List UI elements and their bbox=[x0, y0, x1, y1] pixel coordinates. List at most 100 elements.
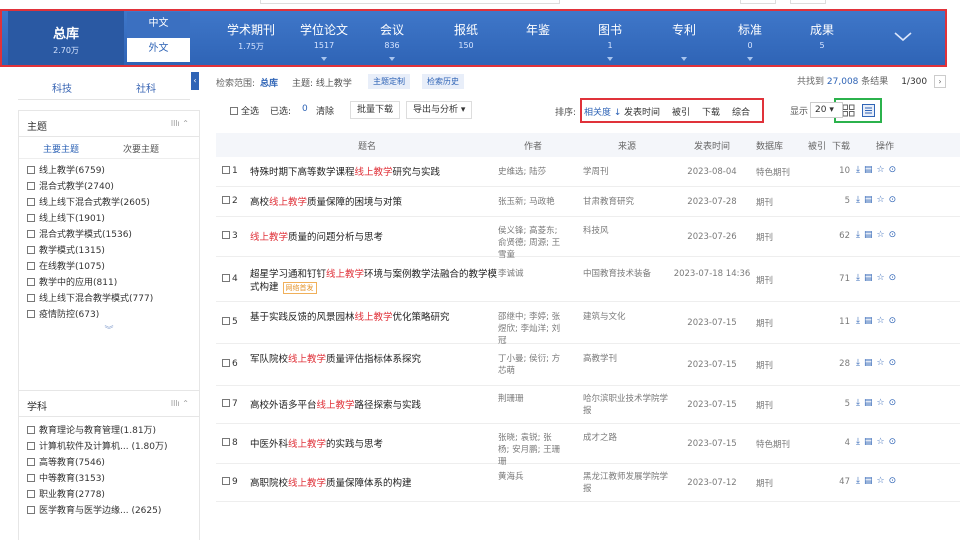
nav-item-thesis[interactable]: 学位论文 1517 bbox=[294, 11, 354, 65]
result-title-link[interactable]: 特殊时期下高等数学课程线上教学研究与实践 bbox=[250, 166, 500, 179]
checkbox[interactable] bbox=[222, 317, 230, 325]
table-row[interactable]: 2 高校线上教学质量保障的困境与对策 张玉新; 马政艳 甘肃教育研究 2023-07-2… bbox=[216, 187, 960, 217]
checkbox[interactable] bbox=[27, 294, 35, 302]
nav-item-newspaper[interactable]: 报纸 150 bbox=[448, 11, 484, 65]
lang-foreign-button[interactable]: 外文 bbox=[127, 38, 190, 62]
col-pubtime[interactable]: 发表时间 bbox=[694, 139, 730, 152]
topic-item[interactable]: 混合式教学(2740) bbox=[27, 179, 199, 195]
checkbox[interactable] bbox=[222, 477, 230, 485]
checkbox[interactable] bbox=[222, 274, 230, 282]
checkbox[interactable] bbox=[27, 490, 35, 498]
export-analysis-button[interactable]: 导出与分析 ▾ bbox=[406, 101, 473, 119]
cite-icon[interactable]: ⊙ bbox=[889, 195, 901, 205]
result-title-link[interactable]: 高校线上教学质量保障的困境与对策 bbox=[250, 196, 500, 209]
col-title[interactable]: 题名 bbox=[358, 139, 376, 152]
result-authors[interactable]: 张玉新; 马政艳 bbox=[498, 196, 562, 208]
chart-and-chevron-up-icon[interactable]: lllı ⌃ bbox=[171, 399, 189, 408]
result-title-link[interactable]: 中医外科线上教学的实践与思考 bbox=[250, 438, 500, 451]
topic-item[interactable]: 线上线下(1901) bbox=[27, 211, 199, 227]
result-title-link[interactable]: 超星学习通和钉钉线上教学环境与案例教学法融合的教学模式构建 网络首发 bbox=[250, 268, 500, 294]
nav-item-achievement[interactable]: 成果 5 bbox=[804, 11, 840, 65]
cite-icon[interactable]: ⊙ bbox=[889, 230, 901, 240]
sort-pubtime[interactable]: 发表时间 bbox=[624, 105, 660, 118]
subject-item[interactable]: 高等教育(7546) bbox=[27, 455, 199, 471]
topic-item[interactable]: 教学模式(1315) bbox=[27, 243, 199, 259]
sort-cited[interactable]: 被引 bbox=[672, 105, 690, 118]
download-icon[interactable]: ⤓ bbox=[856, 358, 864, 368]
read-icon[interactable]: ▤ bbox=[864, 230, 877, 240]
result-authors[interactable]: 李诚诚 bbox=[498, 268, 562, 280]
table-row[interactable]: 1 特殊时期下高等数学课程线上教学研究与实践 史维选; 陆莎 学周刊 2023-08-0… bbox=[216, 157, 960, 187]
checkbox[interactable] bbox=[27, 442, 35, 450]
grid-view-icon[interactable] bbox=[842, 104, 855, 117]
table-row[interactable]: 5 基于实践反馈的风景园林线上教学优化策略研究 邵继中; 李婷; 张煜欣; 李灿洋;… bbox=[216, 302, 960, 347]
tab-science[interactable]: 科技 bbox=[52, 80, 72, 95]
checkbox[interactable] bbox=[27, 198, 35, 206]
col-source[interactable]: 来源 bbox=[618, 139, 636, 152]
subtab-main-topic[interactable]: 主要主题 bbox=[43, 142, 79, 155]
favorite-star-icon[interactable]: ☆ bbox=[877, 273, 889, 283]
col-database[interactable]: 数据库 bbox=[756, 139, 783, 152]
batch-download-button[interactable]: 批量下载 bbox=[350, 101, 401, 119]
chart-and-chevron-up-icon[interactable]: lllı ⌃ bbox=[171, 119, 189, 128]
search-history-button[interactable]: 检索历史 bbox=[422, 74, 464, 89]
cite-icon[interactable]: ⊙ bbox=[889, 437, 901, 447]
result-title-link[interactable]: 高职院校线上教学质量保障体系的构建 bbox=[250, 477, 500, 490]
result-title-link[interactable]: 基于实践反馈的风景园林线上教学优化策略研究 bbox=[250, 311, 500, 324]
subtab-secondary-topic[interactable]: 次要主题 bbox=[123, 142, 159, 155]
download-icon[interactable]: ⤓ bbox=[856, 273, 864, 283]
topic-item[interactable]: 教学中的应用(811) bbox=[27, 275, 199, 291]
subject-item[interactable]: 医学教育与医学边缘... (2625) bbox=[27, 503, 199, 519]
expand-more-icon[interactable]: ︾ bbox=[19, 323, 199, 339]
checkbox[interactable] bbox=[222, 399, 230, 407]
result-authors[interactable]: 荆珊珊 bbox=[498, 393, 562, 405]
result-source[interactable]: 建筑与文化 bbox=[583, 311, 671, 323]
read-icon[interactable]: ▤ bbox=[864, 476, 877, 486]
topic-item[interactable]: 在线教学(1075) bbox=[27, 259, 199, 275]
topic-item[interactable]: 混合式教学模式(1536) bbox=[27, 227, 199, 243]
checkbox[interactable] bbox=[222, 231, 230, 239]
checkbox[interactable] bbox=[27, 458, 35, 466]
result-source[interactable]: 科技风 bbox=[583, 225, 671, 237]
download-icon[interactable]: ⤓ bbox=[856, 165, 864, 175]
read-icon[interactable]: ▤ bbox=[864, 273, 877, 283]
nav-item-patent[interactable]: 专利 bbox=[666, 11, 702, 65]
topic-item[interactable]: 线上教学(6759) bbox=[27, 163, 199, 179]
row-number[interactable]: 7 bbox=[222, 399, 238, 409]
table-row[interactable]: 9 高职院校线上教学质量保障体系的构建 黄海兵 黑龙江教师发展学院学报 2023-07-… bbox=[216, 464, 960, 502]
checkbox[interactable] bbox=[27, 214, 35, 222]
checkbox[interactable] bbox=[27, 278, 35, 286]
table-row[interactable]: 7 高校外语多平台线上教学路径探索与实践 荆珊珊 哈尔滨职业技术学院学报 2023-07… bbox=[216, 386, 960, 424]
subject-item[interactable]: 计算机软件及计算机... (1.80万) bbox=[27, 439, 199, 455]
row-number[interactable]: 2 bbox=[222, 196, 238, 206]
result-title-link[interactable]: 线上教学质量的问题分析与思考 bbox=[250, 231, 500, 244]
favorite-star-icon[interactable]: ☆ bbox=[877, 195, 889, 205]
checkbox[interactable] bbox=[27, 310, 35, 318]
favorite-star-icon[interactable]: ☆ bbox=[877, 165, 889, 175]
row-number[interactable]: 9 bbox=[222, 477, 238, 487]
favorite-star-icon[interactable]: ☆ bbox=[877, 316, 889, 326]
read-icon[interactable]: ▤ bbox=[864, 165, 877, 175]
next-page-button[interactable]: › bbox=[934, 75, 946, 88]
lang-chinese-button[interactable]: 中文 bbox=[127, 12, 190, 38]
sort-comprehensive[interactable]: 综合 bbox=[732, 105, 750, 118]
download-icon[interactable]: ⤓ bbox=[856, 437, 864, 447]
checkbox[interactable] bbox=[222, 196, 230, 204]
row-number[interactable]: 8 bbox=[222, 438, 238, 448]
result-source[interactable]: 中国教育技术装备 bbox=[583, 268, 671, 280]
favorite-star-icon[interactable]: ☆ bbox=[877, 230, 889, 240]
result-source[interactable]: 学周刊 bbox=[583, 166, 671, 178]
nav-item-conference[interactable]: 会议 836 bbox=[372, 11, 412, 65]
result-authors[interactable]: 邵继中; 李婷; 张煜欣; 李灿洋; 刘冠 bbox=[498, 311, 562, 347]
checkbox[interactable] bbox=[27, 426, 35, 434]
download-icon[interactable]: ⤓ bbox=[856, 476, 864, 486]
collapse-sidebar-button[interactable]: ‹ bbox=[191, 72, 199, 90]
favorite-star-icon[interactable]: ☆ bbox=[877, 476, 889, 486]
topic-item[interactable]: 线上线下混合式教学(2605) bbox=[27, 195, 199, 211]
checkbox[interactable] bbox=[27, 246, 35, 254]
cite-icon[interactable]: ⊙ bbox=[889, 358, 901, 368]
cite-icon[interactable]: ⊙ bbox=[889, 165, 901, 175]
read-icon[interactable]: ▤ bbox=[864, 437, 877, 447]
row-number[interactable]: 5 bbox=[222, 317, 238, 327]
result-source[interactable]: 哈尔滨职业技术学院学报 bbox=[583, 393, 671, 417]
